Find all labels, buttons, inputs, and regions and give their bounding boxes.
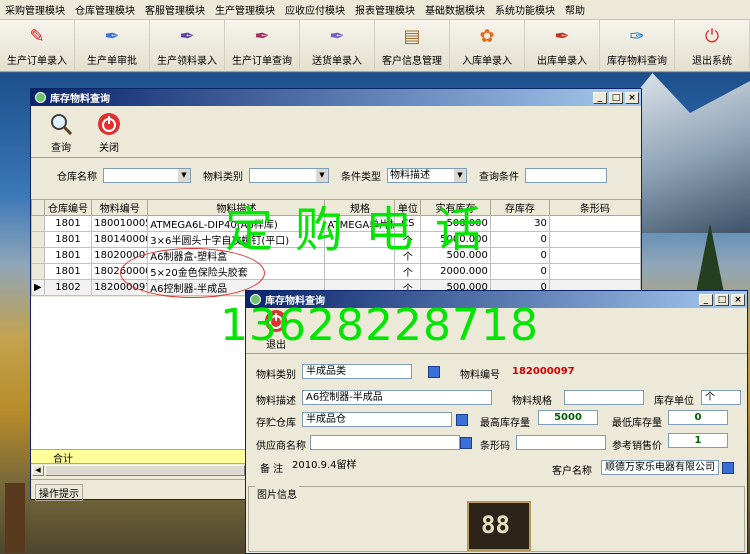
watermark-line1: 定购电话 bbox=[225, 202, 506, 258]
spec-label: 物料规格 bbox=[512, 396, 552, 407]
desc-field[interactable]: A6控制器-半成品 bbox=[302, 390, 492, 405]
image-panel: 图片信息 88 bbox=[248, 486, 745, 552]
remark-label: 备 注 bbox=[260, 464, 284, 475]
max-stock-field[interactable]: 5000 bbox=[538, 410, 598, 425]
customer-label: 客户名称 bbox=[552, 466, 592, 477]
max-stock-label: 最高库存量 bbox=[480, 418, 530, 429]
picker-icon[interactable] bbox=[456, 414, 468, 426]
product-display-digits: 88 bbox=[481, 511, 510, 539]
unit-label: 库存单位 bbox=[654, 396, 694, 407]
supplier-field[interactable] bbox=[310, 435, 460, 450]
picker-icon[interactable] bbox=[722, 462, 734, 474]
supplier-label: 供应商名称 bbox=[256, 441, 306, 452]
code-label: 物料编号 bbox=[460, 370, 500, 381]
warehouse-field[interactable]: 半成品仓 bbox=[302, 412, 452, 427]
remark-field[interactable]: 2010.9.4留样 bbox=[288, 458, 484, 473]
warehouse-label: 存贮仓库 bbox=[256, 418, 296, 429]
product-image: 88 bbox=[467, 501, 531, 551]
close-window-button[interactable]: × bbox=[731, 293, 745, 306]
customer-field[interactable]: 顺德万家乐电器有限公司 bbox=[601, 460, 719, 475]
watermark-line2: 13628228718 bbox=[220, 300, 539, 351]
barcode-field[interactable] bbox=[516, 435, 606, 450]
spec-field[interactable] bbox=[564, 390, 644, 405]
min-stock-field[interactable]: 0 bbox=[668, 410, 728, 425]
min-stock-label: 最低库存量 bbox=[612, 418, 662, 429]
category-field[interactable]: 半成品类 bbox=[302, 364, 412, 379]
category-label: 物料类别 bbox=[256, 370, 296, 381]
price-field[interactable]: 1 bbox=[668, 433, 728, 448]
unit-field[interactable]: 个 bbox=[701, 390, 741, 405]
code-field: 182000097 bbox=[512, 366, 575, 377]
desc-label: 物料描述 bbox=[256, 396, 296, 407]
maximize-button[interactable]: □ bbox=[715, 293, 729, 306]
image-panel-label: 图片信息 bbox=[255, 486, 299, 501]
picker-icon[interactable] bbox=[428, 366, 440, 378]
picker-icon[interactable] bbox=[460, 437, 472, 449]
barcode-label: 条形码 bbox=[480, 441, 510, 452]
price-label: 参考销售价 bbox=[612, 441, 662, 452]
minimize-button[interactable]: _ bbox=[699, 293, 713, 306]
